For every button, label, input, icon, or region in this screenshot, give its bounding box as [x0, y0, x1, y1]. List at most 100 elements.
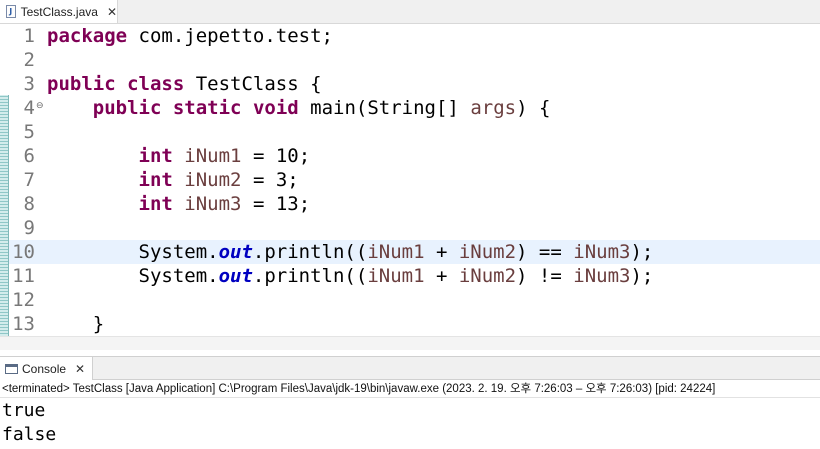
console-tab-label: Console	[22, 361, 67, 376]
code-token-var: iNum2	[184, 169, 242, 191]
code-token-kw: int	[138, 193, 173, 215]
editor-tab-testclass[interactable]: J TestClass.java ✕	[0, 0, 118, 23]
code-token: );	[630, 265, 654, 287]
line-number: 5	[23, 121, 35, 143]
code-token: = 3;	[241, 169, 299, 191]
code-token-var: iNum3	[573, 241, 631, 263]
code-token: }	[47, 313, 105, 335]
close-icon[interactable]: ✕	[75, 363, 85, 375]
line-number: 1	[23, 25, 35, 47]
code-editor[interactable]: 1 package com.jepetto.test; 2 3 public class…	[0, 24, 820, 336]
code-token-static-field: out	[218, 241, 253, 263]
code-token: TestClass {	[184, 73, 322, 95]
code-token: ) {	[516, 97, 551, 119]
console-status-line: <terminated> TestClass [Java Application…	[2, 383, 716, 395]
java-file-icon: J	[6, 5, 16, 18]
code-token: ) !=	[516, 265, 574, 287]
code-token: main(String[]	[298, 97, 471, 119]
code-token-var: iNum1	[367, 241, 425, 263]
code-token-var: iNum2	[458, 265, 517, 287]
code-line[interactable]: 6 int iNum1 = 10;	[0, 144, 820, 168]
code-line[interactable]: 4 ⊖ public static void main(String[] args…	[0, 96, 820, 120]
code-token-static-field: out	[218, 265, 253, 287]
console-output-line: true	[2, 400, 46, 421]
line-number: 11	[12, 265, 35, 287]
code-token-kw: class	[127, 73, 185, 95]
console-divider	[0, 397, 820, 398]
line-number: 6	[23, 145, 35, 167]
line-number: 12	[12, 289, 35, 311]
code-line[interactable]: 13 }	[0, 312, 820, 336]
code-line[interactable]: 10 System.out.println((iNum1 + iNum2) ==…	[0, 240, 820, 264]
console-icon	[5, 363, 18, 374]
code-line[interactable]: 9	[0, 216, 820, 240]
code-token-var: iNum3	[573, 265, 631, 287]
code-token-kw: void	[252, 97, 299, 119]
line-number: 4	[23, 97, 35, 119]
line-number: 2	[23, 49, 35, 71]
line-number: 7	[23, 169, 35, 191]
code-token-var: iNum1	[184, 145, 242, 167]
code-text: }	[47, 312, 104, 336]
code-line[interactable]: 12	[0, 288, 820, 312]
code-token: ) ==	[516, 241, 574, 263]
code-token: .println((	[252, 265, 368, 287]
code-text: public class TestClass {	[47, 72, 322, 96]
code-token: = 10;	[241, 145, 311, 167]
code-token-var: iNum3	[184, 193, 242, 215]
line-number: 3	[23, 73, 35, 95]
change-ruler	[0, 95, 9, 336]
code-token-kw: package	[47, 25, 128, 47]
code-token: System.	[47, 265, 219, 287]
tab-console[interactable]: Console ✕	[0, 357, 93, 380]
console-tab-bar: Console ✕	[0, 356, 820, 380]
code-token: +	[424, 241, 459, 263]
editor-tab-label: TestClass.java	[20, 4, 98, 19]
code-line[interactable]: 7 int iNum2 = 3;	[0, 168, 820, 192]
code-token: System.	[47, 241, 219, 263]
code-line[interactable]: 1 package com.jepetto.test;	[0, 24, 820, 48]
code-text: int iNum3 = 13;	[47, 192, 311, 216]
editor-tab-bar: J TestClass.java ✕	[0, 0, 820, 24]
console-output-line: false	[2, 424, 57, 445]
code-token: +	[424, 265, 459, 287]
fold-collapse-icon[interactable]: ⊖	[36, 101, 44, 111]
code-text: public static void main(String[] args) {	[47, 96, 551, 120]
code-line[interactable]: 3 public class TestClass {	[0, 72, 820, 96]
line-number: 13	[12, 313, 35, 335]
code-text: int iNum1 = 10;	[47, 144, 311, 168]
code-token-param: args	[470, 97, 517, 119]
code-line[interactable]: 5	[0, 120, 820, 144]
code-line[interactable]: 2	[0, 48, 820, 72]
code-token: .println((	[252, 241, 368, 263]
code-line[interactable]: 8 int iNum3 = 13;	[0, 192, 820, 216]
editor-horizontal-scrollbar[interactable]	[0, 336, 820, 350]
line-number: 9	[23, 217, 35, 239]
code-text: System.out.println((iNum1 + iNum2) == iN…	[47, 240, 654, 264]
code-token-kw: public	[47, 73, 116, 95]
code-token-var: iNum1	[367, 265, 425, 287]
code-token-kw: public	[92, 97, 162, 119]
close-icon[interactable]: ✕	[107, 6, 117, 18]
line-number: 8	[23, 193, 35, 215]
code-text: int iNum2 = 3;	[47, 168, 299, 192]
code-token-var: iNum2	[458, 241, 517, 263]
code-token-kw: static	[172, 97, 242, 119]
code-token-kw: int	[138, 169, 173, 191]
code-text: package com.jepetto.test;	[47, 24, 333, 48]
code-line[interactable]: 11 System.out.println((iNum1 + iNum2) !=…	[0, 264, 820, 288]
code-token: );	[630, 241, 654, 263]
code-token-kw: int	[138, 145, 173, 167]
code-token: = 13;	[241, 193, 311, 215]
line-number: 10	[12, 241, 35, 263]
